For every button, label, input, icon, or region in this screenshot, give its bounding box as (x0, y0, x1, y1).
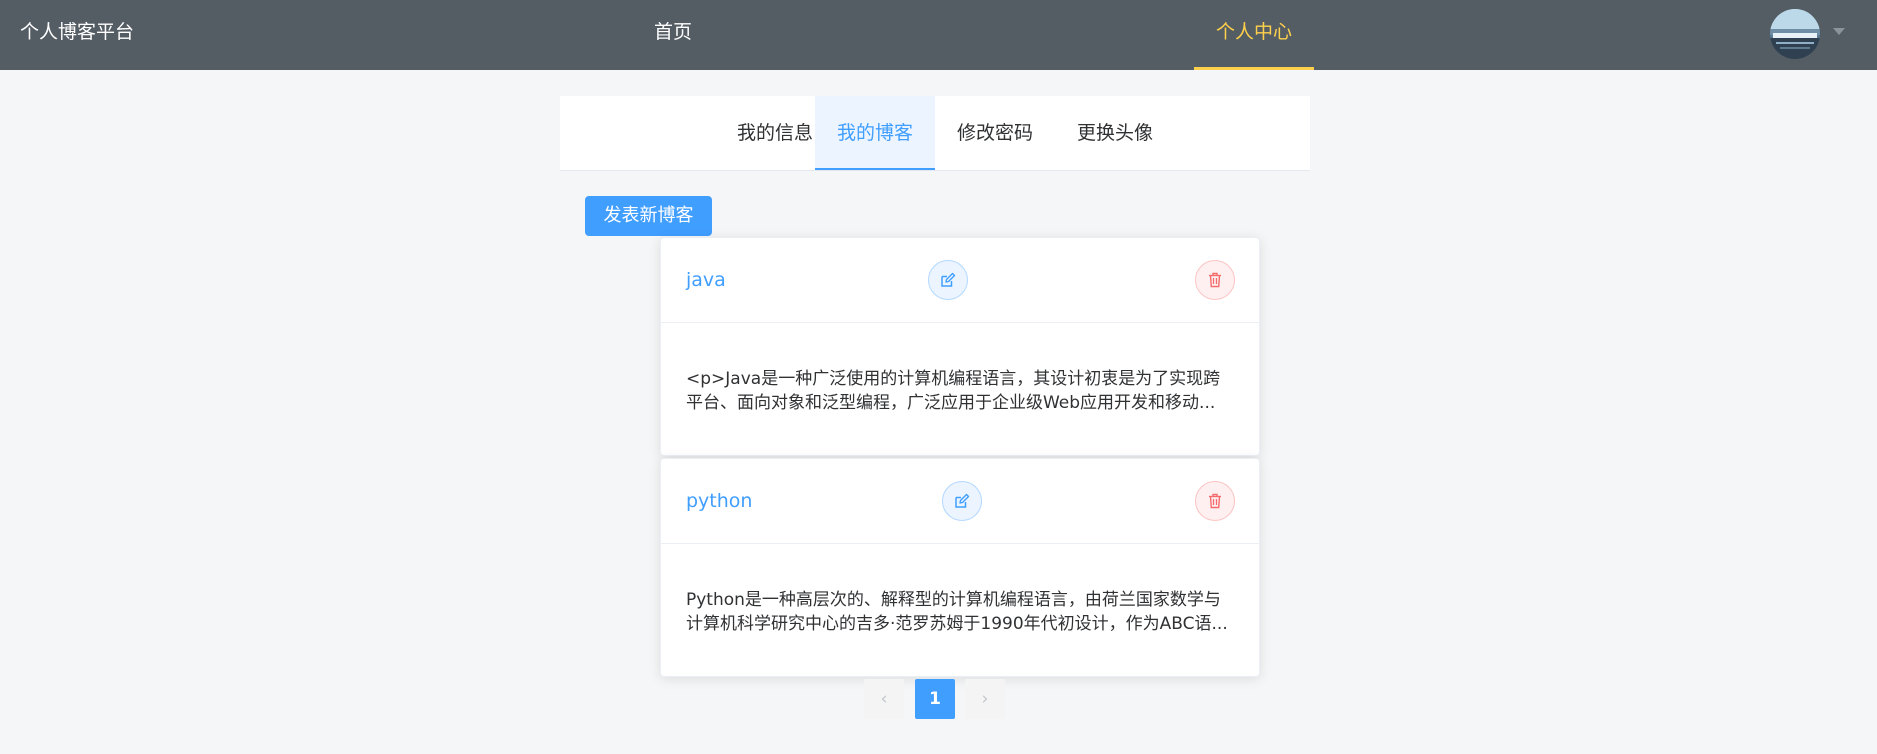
edit-button[interactable] (942, 481, 982, 521)
blog-title-link[interactable]: python (686, 459, 752, 544)
edit-icon (955, 493, 970, 508)
blog-excerpt-line: 平台、面向对象和泛型编程，广泛应用于企业级Web应用开发和移动... (686, 393, 1216, 413)
blog-excerpt-line: 计算机科学研究中心的吉多·范罗苏姆于1990年代初设计，作为ABC语... (686, 614, 1228, 634)
blog-card: java <p>Java是一种广泛使用的计算机编程语言，其设计初衷是为了实现跨 … (660, 237, 1260, 456)
blog-card: python Python是一种高层次的、解释型的计算机编程语言，由荷兰国家数学… (660, 458, 1260, 677)
pagination-prev-button[interactable]: ‹ (864, 679, 904, 719)
user-avatar[interactable] (1770, 9, 1820, 59)
pagination-page-1[interactable]: 1 (915, 679, 955, 719)
blog-card-header: java (661, 238, 1259, 323)
delete-button[interactable] (1195, 260, 1235, 300)
blog-card-header: python (661, 459, 1259, 544)
top-navbar: 个人博客平台 首页 个人中心 (0, 0, 1877, 70)
trash-icon (1209, 272, 1221, 288)
profile-tabs: 我的信息 我的博客 修改密码 更换头像 (560, 96, 1310, 171)
tab-change-password[interactable]: 修改密码 (935, 96, 1055, 170)
pagination-next-button[interactable]: › (965, 679, 1005, 719)
site-brand[interactable]: 个人博客平台 (20, 0, 134, 70)
tab-my-blogs[interactable]: 我的博客 (815, 96, 935, 170)
chevron-down-icon[interactable] (1833, 28, 1845, 35)
blog-excerpt-line: <p>Java是一种广泛使用的计算机编程语言，其设计初衷是为了实现跨 (686, 369, 1221, 389)
delete-button[interactable] (1195, 481, 1235, 521)
nav-item-home[interactable]: 首页 (613, 0, 733, 70)
edit-button[interactable] (928, 260, 968, 300)
tab-change-avatar[interactable]: 更换头像 (1055, 96, 1175, 170)
blog-excerpt: Python是一种高层次的、解释型的计算机编程语言，由荷兰国家数学与 计算机科学… (686, 588, 1241, 636)
new-post-button[interactable]: 发表新博客 (585, 196, 712, 236)
trash-icon (1209, 493, 1221, 509)
blog-title-link[interactable]: java (686, 238, 726, 323)
nav-item-personal-center[interactable]: 个人中心 (1194, 0, 1314, 70)
avatar-image (1770, 9, 1820, 59)
blog-excerpt-line: Python是一种高层次的、解释型的计算机编程语言，由荷兰国家数学与 (686, 590, 1221, 610)
blog-excerpt: <p>Java是一种广泛使用的计算机编程语言，其设计初衷是为了实现跨 平台、面向… (686, 367, 1241, 415)
edit-icon (941, 272, 956, 287)
